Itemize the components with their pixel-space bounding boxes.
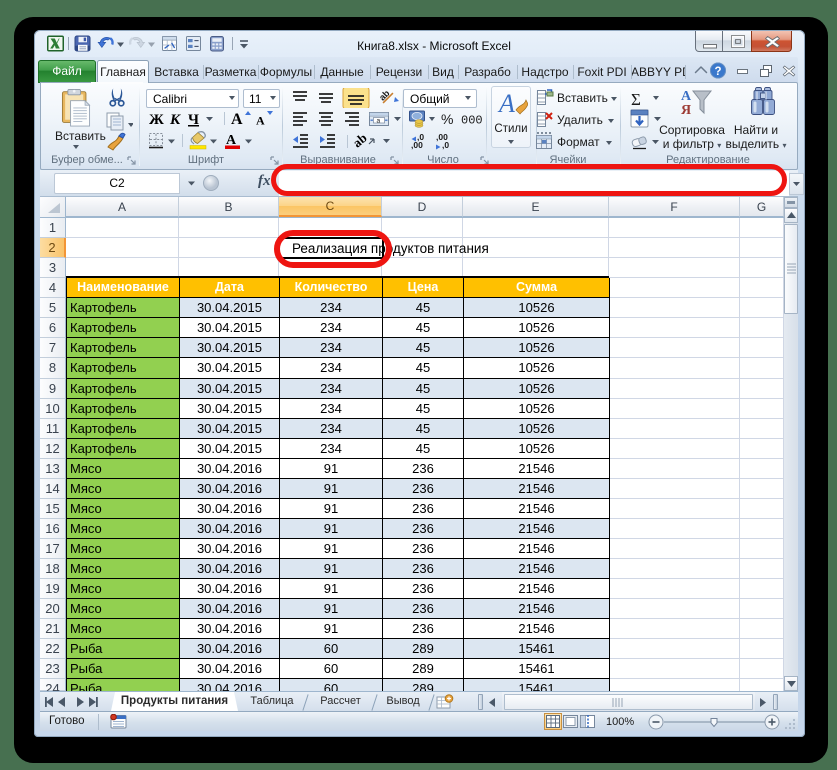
svg-text:Ч: Ч: [188, 112, 199, 128]
svg-text:ab: ab: [377, 88, 392, 103]
svg-text:,00: ,00: [411, 140, 423, 150]
svg-text:A: A: [231, 111, 243, 128]
svg-text:A: A: [497, 89, 515, 118]
svg-text:a: a: [377, 118, 381, 125]
svg-text:Я: Я: [681, 103, 691, 117]
svg-text:000: 000: [461, 114, 483, 128]
svg-text:%: %: [441, 111, 453, 127]
svg-text:А: А: [681, 89, 692, 104]
svg-text:ab: ab: [350, 132, 370, 150]
svg-text:?: ?: [714, 66, 721, 78]
svg-text:A: A: [256, 114, 265, 128]
svg-text:Ж: Ж: [149, 112, 164, 128]
svg-text:,0: ,0: [442, 140, 449, 150]
svg-text:К: К: [169, 112, 181, 128]
